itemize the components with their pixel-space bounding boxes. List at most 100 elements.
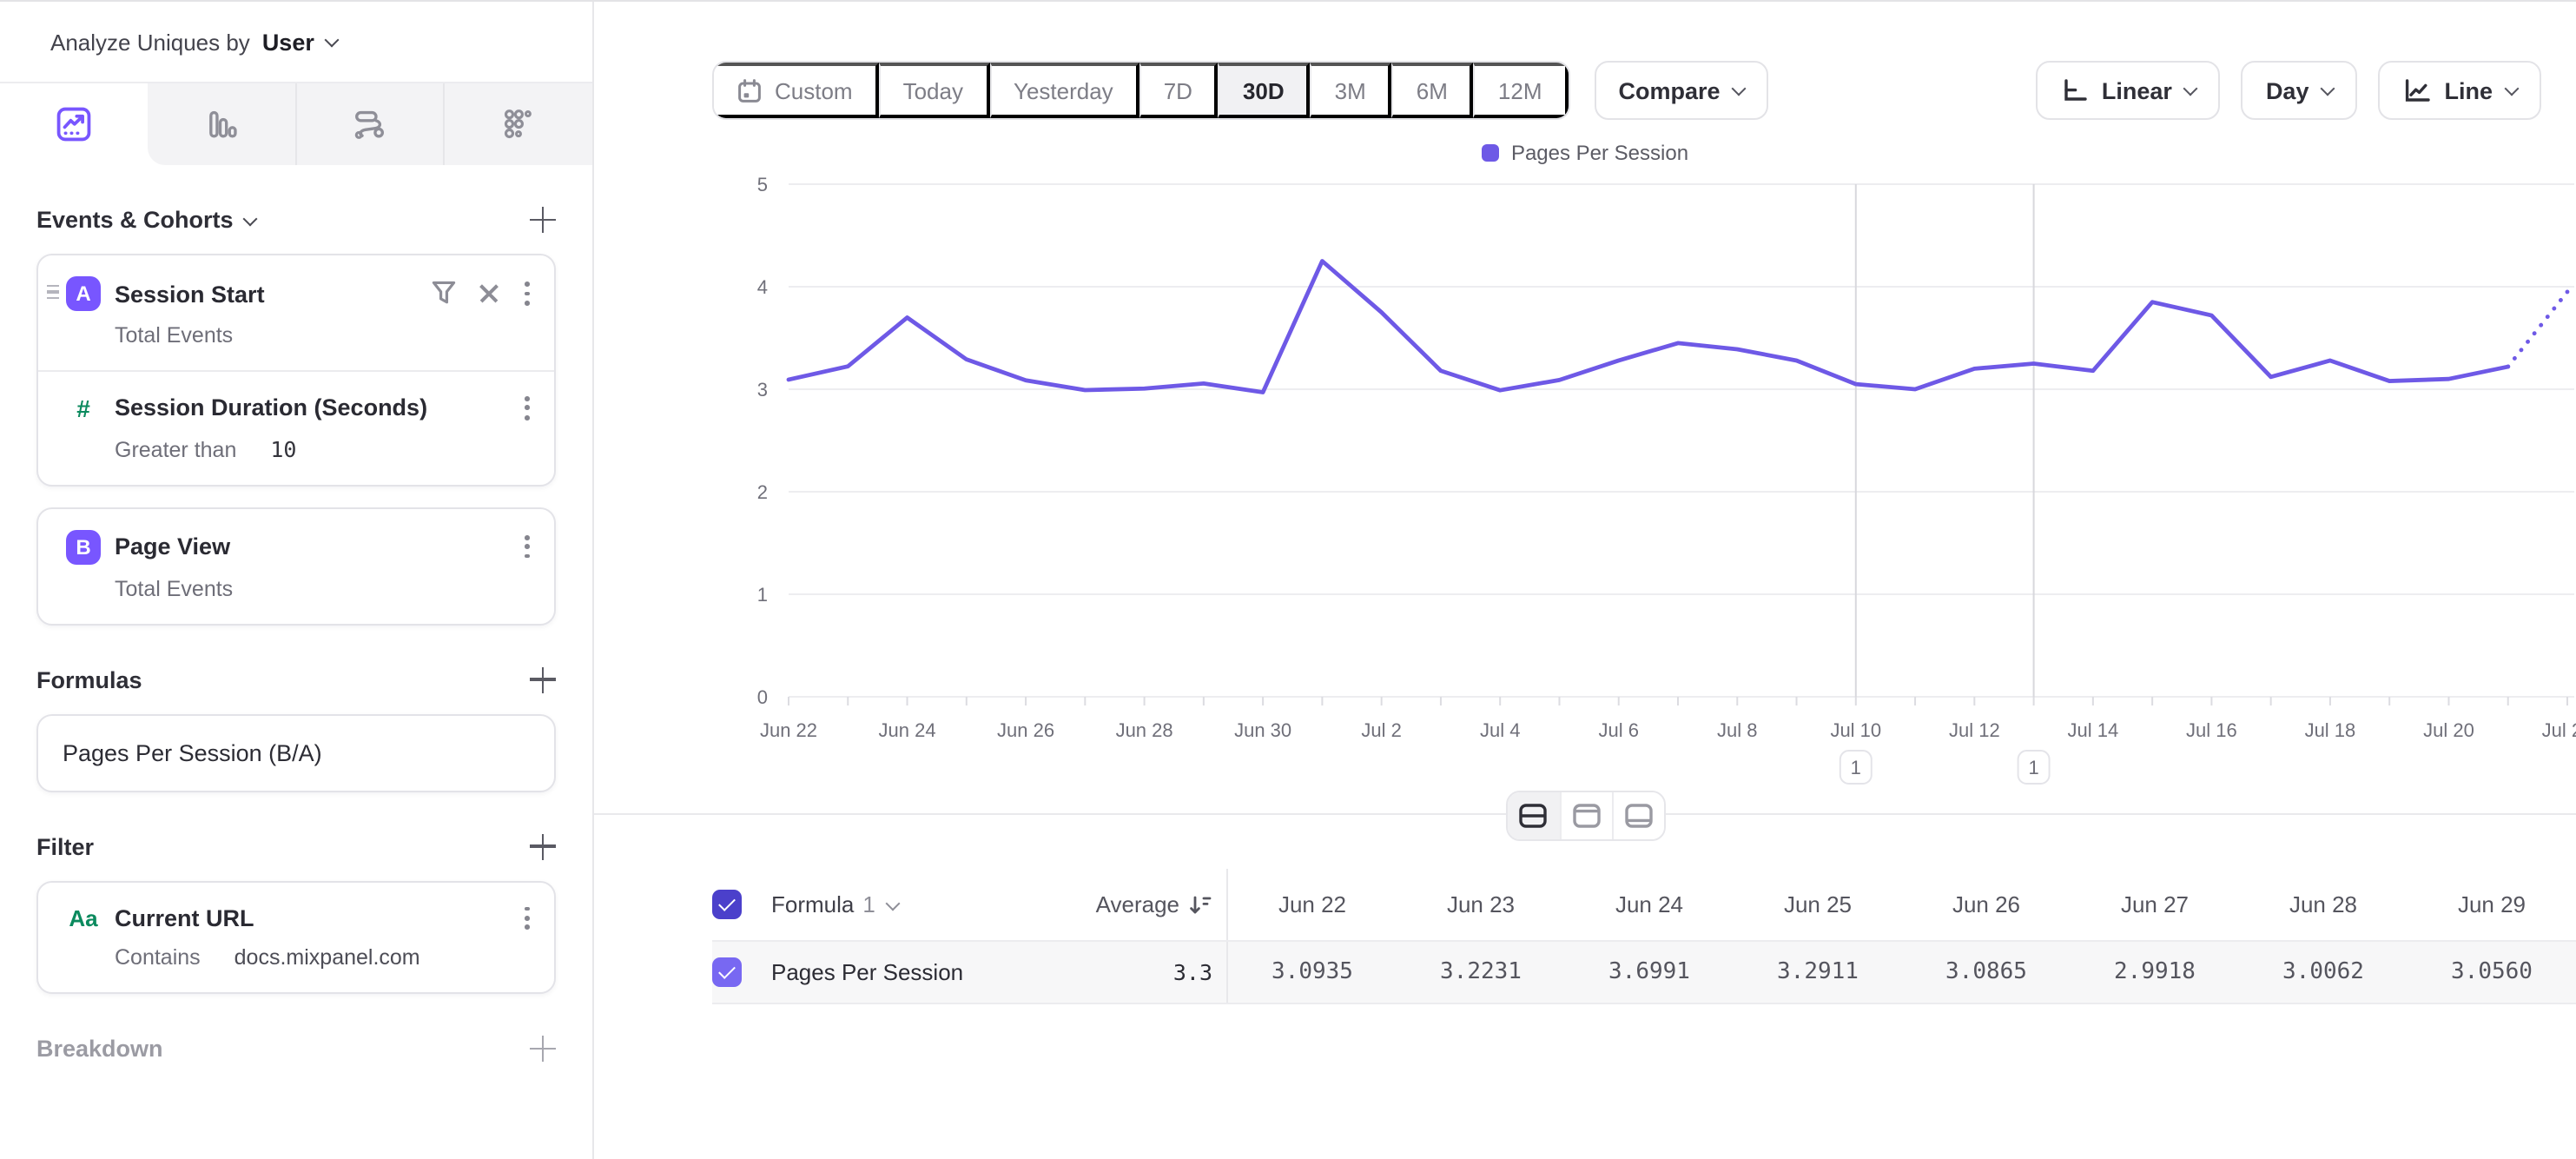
- filter-value[interactable]: docs.mixpanel.com: [234, 945, 420, 970]
- annotation-badge-label: 1: [1851, 757, 1861, 778]
- filter-section-header: Filter: [36, 833, 556, 859]
- table-cell: 3.6991: [1565, 942, 1734, 1003]
- tab-insights[interactable]: [0, 83, 148, 165]
- x-tick-label: Jun 26: [997, 719, 1054, 741]
- event-row[interactable]: B Page View: [38, 508, 554, 564]
- y-tick-label: 1: [757, 584, 768, 606]
- date-col-header[interactable]: Jun 25: [1734, 869, 1902, 940]
- analyze-label: Analyze Uniques by: [50, 29, 250, 55]
- add-formula-button[interactable]: [530, 666, 556, 692]
- table-row: Pages Per Session 3.3 3.0935 3.2231 3.69…: [712, 942, 2576, 1004]
- compare-button[interactable]: Compare: [1595, 61, 1769, 120]
- event-measurement[interactable]: Total Events: [38, 564, 554, 623]
- tab-flows[interactable]: [294, 83, 444, 165]
- formula-column-header[interactable]: Formula 1: [761, 869, 1098, 940]
- filter-card: Aa Current URL Contains docs.mixpanel.co…: [36, 880, 556, 994]
- annotation-badge-label: 1: [2028, 757, 2038, 778]
- remove-event-icon[interactable]: [479, 284, 499, 303]
- drag-handle-icon[interactable]: [47, 285, 59, 299]
- event-row[interactable]: A Session Start: [38, 255, 554, 311]
- date-col-header[interactable]: Jun 23: [1397, 869, 1565, 940]
- range-7d[interactable]: 7D: [1139, 63, 1219, 118]
- filter-funnel-icon[interactable]: [431, 281, 457, 307]
- x-tick-label: Jun 22: [760, 719, 817, 741]
- scale-dropdown[interactable]: Linear: [2036, 61, 2221, 120]
- interval-dropdown[interactable]: Day: [2242, 61, 2358, 120]
- view-toggle: [1505, 791, 1665, 841]
- split-view-icon: [1518, 803, 1548, 829]
- average-column-header[interactable]: Average: [1098, 869, 1228, 940]
- add-filter-button[interactable]: [530, 833, 556, 859]
- y-tick-label: 3: [757, 379, 768, 401]
- event-measurement[interactable]: Total Events: [38, 311, 554, 370]
- chevron-down-icon: [2505, 82, 2520, 96]
- date-col-header[interactable]: Jun 22: [1228, 869, 1397, 940]
- range-3m[interactable]: 3M: [1311, 63, 1392, 118]
- x-tick-label: Jul 12: [1949, 719, 2000, 741]
- filter-row[interactable]: Aa Current URL: [38, 882, 554, 933]
- property-filter-condition[interactable]: Greater than 10: [38, 423, 554, 484]
- table-cell: 3.0062: [2239, 942, 2408, 1003]
- analyze-value-dropdown[interactable]: User: [262, 29, 314, 55]
- filter-condition[interactable]: Contains docs.mixpanel.com: [38, 933, 554, 992]
- filter-value[interactable]: 10: [270, 435, 296, 461]
- results-table: Formula 1 Average Jun 22 Jun 23: [712, 869, 2576, 1004]
- x-tick-label: Jul 22: [2542, 719, 2576, 741]
- view-table-button[interactable]: [1611, 792, 1663, 839]
- series-checkbox[interactable]: [712, 957, 742, 987]
- kebab-menu-icon[interactable]: [521, 532, 533, 562]
- x-tick-label: Jun 30: [1234, 719, 1291, 741]
- series-name: Pages Per Session: [761, 942, 1098, 1003]
- range-today[interactable]: Today: [879, 63, 989, 118]
- add-breakdown-button[interactable]: [530, 1036, 556, 1062]
- date-col-header[interactable]: Jun 27: [2071, 869, 2239, 940]
- date-col-header[interactable]: Jun 26: [1902, 869, 2071, 940]
- event-letter-badge: B: [66, 529, 101, 564]
- select-all-checkbox[interactable]: [712, 890, 742, 919]
- date-col-header[interactable]: Jun 28: [2239, 869, 2408, 940]
- x-tick-label: Jul 16: [2186, 719, 2237, 741]
- kebab-menu-icon[interactable]: [521, 393, 533, 423]
- y-tick-label: 4: [757, 276, 768, 298]
- chart-type-dropdown[interactable]: Line: [2378, 61, 2541, 120]
- range-12m[interactable]: 12M: [1474, 63, 1569, 118]
- x-tick-label: Jul 2: [1361, 719, 1401, 741]
- x-tick-label: Jul 20: [2423, 719, 2474, 741]
- tab-retention[interactable]: [444, 83, 593, 165]
- flows-icon: [352, 106, 388, 142]
- view-chart-button[interactable]: [1559, 792, 1611, 839]
- property-filter-row[interactable]: # Session Duration (Seconds): [38, 372, 554, 423]
- tab-funnels[interactable]: [148, 83, 295, 165]
- chart-toolbar: Custom Today Yesterday 7D 30D 3M 6M 12M …: [712, 61, 2541, 120]
- x-tick-label: Jun 24: [879, 719, 936, 741]
- range-6m[interactable]: 6M: [1392, 63, 1474, 118]
- chevron-down-icon: [885, 896, 900, 911]
- legend-label[interactable]: Pages Per Session: [1511, 140, 1688, 164]
- date-col-header[interactable]: Jun 24: [1565, 869, 1734, 940]
- view-split-button[interactable]: [1507, 792, 1559, 839]
- x-tick-label: Jul 4: [1480, 719, 1520, 741]
- view-divider: [594, 813, 2576, 855]
- x-tick-label: Jul 18: [2305, 719, 2356, 741]
- property-filter-title: Session Duration (Seconds): [115, 395, 521, 421]
- funnels-bars-icon: [202, 106, 239, 142]
- kebab-menu-icon[interactable]: [521, 278, 533, 308]
- filter-property-title: Current URL: [115, 905, 521, 931]
- range-30d[interactable]: 30D: [1219, 63, 1311, 118]
- date-col-header[interactable]: Jun 29: [2408, 869, 2576, 940]
- range-custom[interactable]: Custom: [714, 63, 879, 118]
- chart-view-icon: [1571, 803, 1601, 829]
- kebab-menu-icon[interactable]: [521, 903, 533, 933]
- range-yesterday[interactable]: Yesterday: [989, 63, 1139, 118]
- formula-card[interactable]: Pages Per Session (B/A): [36, 713, 556, 791]
- table-view-icon: [1623, 803, 1653, 829]
- filter-operator[interactable]: Greater than: [115, 437, 236, 461]
- y-tick-label: 0: [757, 686, 768, 708]
- y-tick-label: 2: [757, 481, 768, 503]
- add-event-button[interactable]: [530, 207, 556, 233]
- event-title: Page View: [115, 533, 521, 560]
- sort-descending-icon: [1188, 892, 1212, 917]
- insights-line-chart-icon: [56, 106, 92, 142]
- line-chart[interactable]: 012345Jun 22Jun 24Jun 26Jun 28Jun 30Jul …: [594, 170, 2574, 789]
- filter-operator[interactable]: Contains: [115, 945, 201, 970]
